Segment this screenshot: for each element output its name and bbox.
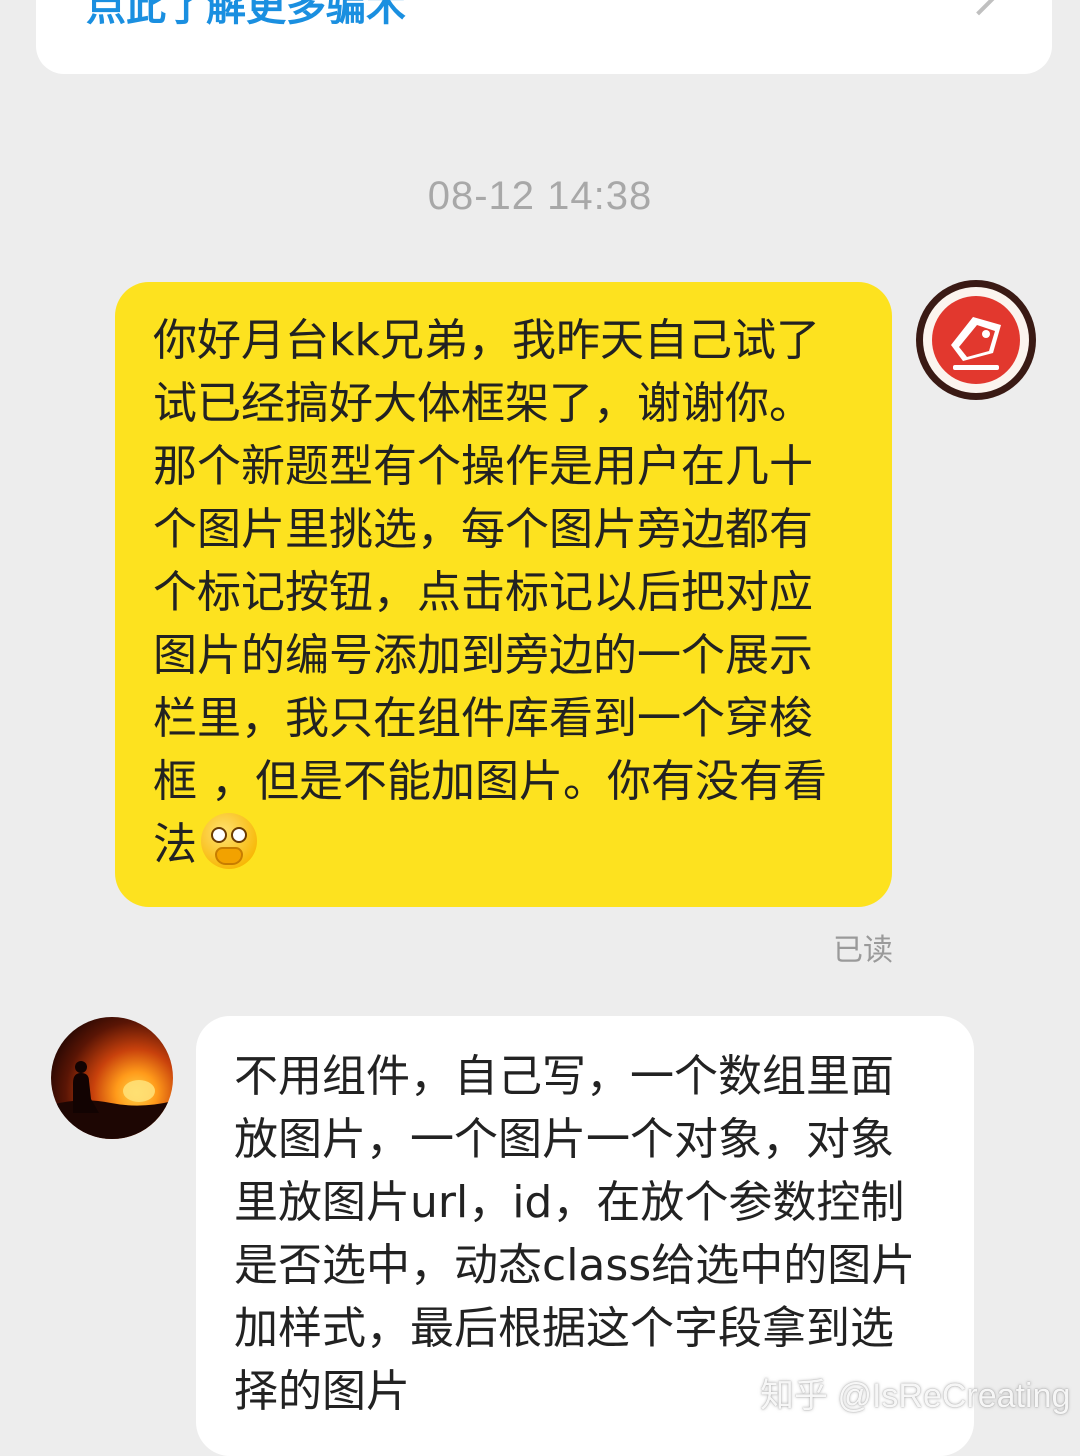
watermark: 知乎 @IsReCreating — [760, 1377, 1071, 1415]
message-timestamp: 08-12 14:38 — [427, 174, 653, 218]
read-status: 已读 — [833, 933, 893, 968]
outgoing-message-bubble[interactable]: 你好月台kk兄弟，我昨天自己试了试已经搞好大体框架了，谢谢你。 那个新题型有个操… — [115, 282, 892, 907]
learn-more-link[interactable]: 点此了解更多骗术 — [86, 0, 406, 32]
avatar-self[interactable] — [916, 280, 1036, 400]
flushed-face-emoji-icon — [201, 813, 257, 869]
outgoing-message-text: 你好月台kk兄弟，我昨天自己试了试已经搞好大体框架了，谢谢你。 那个新题型有个操… — [153, 315, 827, 870]
notice-card[interactable]: 点此了解更多骗术 — [36, 0, 1052, 74]
avatar-contact[interactable] — [51, 1017, 173, 1139]
chevron-right-icon — [960, 0, 998, 16]
tag-icon — [932, 296, 1020, 384]
sunset-silhouette-icon — [51, 1061, 173, 1139]
incoming-message-text: 不用组件，自己写，一个数组里面放图片，一个图片一个对象，对象里放图片url，id… — [234, 1051, 916, 1417]
